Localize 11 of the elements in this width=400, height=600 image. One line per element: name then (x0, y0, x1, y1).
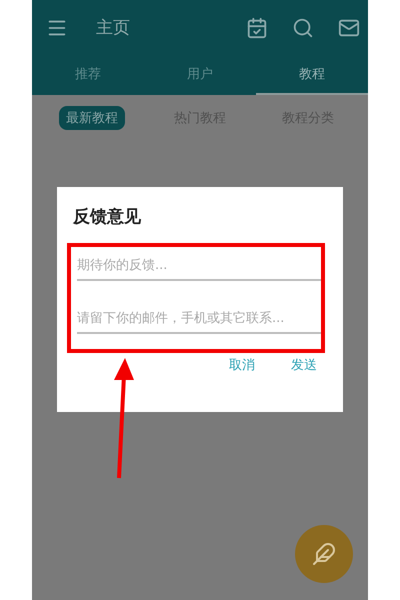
dialog-button[interactable]: 发送 (281, 350, 327, 380)
app-title: 主页 (96, 17, 131, 39)
category-tab[interactable]: 最新教程 (59, 106, 125, 130)
calendar-icon[interactable] (246, 16, 268, 38)
feather-icon (312, 542, 336, 566)
tab[interactable]: 推荐 (32, 55, 144, 95)
dialog-button[interactable]: 取消 (219, 350, 265, 380)
search-icon[interactable] (292, 16, 314, 38)
tab[interactable]: 用户 (144, 55, 256, 95)
tab[interactable]: 教程 (256, 55, 368, 95)
dialog-title: 反馈意见 (73, 206, 141, 228)
